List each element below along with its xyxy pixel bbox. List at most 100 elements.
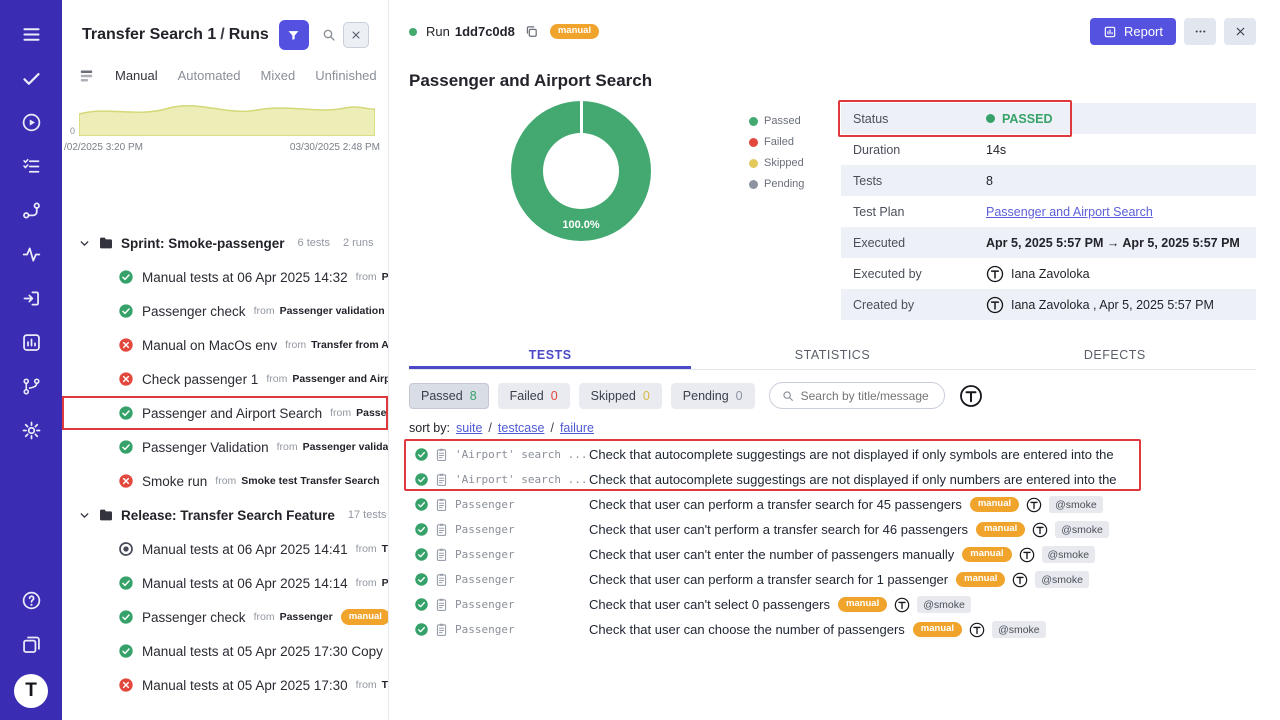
info-text: 8 — [986, 174, 993, 188]
rail-menu-button[interactable] — [11, 14, 51, 54]
run-item[interactable]: Passenger checkfromPassengermanual6 — [62, 600, 388, 634]
status-passed-icon — [118, 439, 134, 455]
play-icon — [21, 112, 42, 133]
sidebar-tab-manual[interactable]: Manual — [115, 68, 158, 83]
user-avatar-icon — [986, 265, 1004, 283]
testomat-filter-button[interactable] — [959, 384, 983, 408]
test-plan-link[interactable]: Passenger and Airport Search — [986, 205, 1153, 219]
test-search — [769, 382, 945, 409]
sidebar-search — [321, 22, 369, 48]
from-label: from — [356, 679, 377, 691]
run-item[interactable]: Passenger ValidationfromPassenger valida… — [62, 430, 388, 464]
legend-item: Pending — [749, 178, 804, 190]
test-row[interactable]: 'Airport' search ...Check that autocompl… — [389, 442, 1280, 467]
rail-test-cases-button[interactable] — [11, 146, 51, 186]
sort-separator: / — [488, 421, 491, 435]
copy-run-id-button[interactable] — [524, 24, 539, 39]
info-row-executed-by: Executed byIana Zavoloka — [841, 258, 1256, 289]
test-suite: Passenger — [455, 598, 585, 611]
breadcrumb-project[interactable]: Transfer Search 1 — [82, 26, 216, 43]
run-item[interactable]: Smoke runfromSmoke test Transfer Searchm… — [62, 464, 388, 498]
run-item[interactable]: Check passenger 1fromPassenger and Airpo… — [62, 362, 388, 396]
sort-by-suite-link[interactable]: suite — [456, 421, 482, 435]
test-row[interactable]: PassengerCheck that user can't enter the… — [389, 542, 1280, 567]
sidebar-tab-mixed[interactable]: Mixed — [261, 68, 296, 83]
sort-by-testcase-link[interactable]: testcase — [498, 421, 545, 435]
filter-pending-button[interactable]: Pending0 — [671, 383, 755, 409]
run-item[interactable]: Manual on MacOs envfromTransfer from Aip… — [62, 328, 388, 362]
filter-label: Pending — [683, 389, 729, 403]
filter-passed-button[interactable]: Passed8 — [409, 383, 489, 409]
more-options-button[interactable] — [1184, 18, 1216, 45]
run-item-title: Manual on MacOs env — [142, 338, 277, 353]
legend-label: Passed — [764, 115, 801, 127]
info-label: Tests — [853, 174, 986, 188]
tab-tests[interactable]: TESTS — [409, 339, 691, 369]
rail-runs-button[interactable] — [11, 102, 51, 142]
passed-check-icon — [414, 597, 429, 612]
run-item[interactable]: Manual tests at 05 Apr 2025 17:30fromTra… — [62, 668, 388, 702]
passed-check-icon — [414, 572, 429, 587]
help-icon — [21, 590, 42, 611]
tree-group[interactable]: Sprint: Smoke-passenger6 tests2 runs — [62, 226, 388, 260]
test-row[interactable]: PassengerCheck that user can perform a t… — [389, 492, 1280, 517]
rail-analytics-button[interactable] — [11, 322, 51, 362]
runs-icon — [21, 156, 42, 177]
rail-results-button[interactable] — [11, 58, 51, 98]
test-row[interactable]: PassengerCheck that user can't perform a… — [389, 517, 1280, 542]
run-item[interactable]: Passenger checkfromPassenger validationm… — [62, 294, 388, 328]
user-name: Iana Zavoloka , Apr 5, 2025 5:57 PM — [1011, 298, 1214, 312]
filter-failed-button[interactable]: Failed0 — [498, 383, 570, 409]
test-results-list: 'Airport' search ...Check that autocompl… — [389, 442, 1280, 642]
run-item-title: Passenger and Airport Search — [142, 406, 322, 421]
group-tests-count: 17 tests — [348, 509, 387, 521]
run-source-suite: Passenger and Airport Search — [292, 373, 388, 385]
sort-by-failure-link[interactable]: failure — [560, 421, 594, 435]
test-row[interactable]: 'Airport' search ...Check that autocompl… — [389, 467, 1280, 492]
rail-pulse-button[interactable] — [11, 234, 51, 274]
filter-count: 0 — [643, 389, 650, 403]
close-run-button[interactable] — [1224, 18, 1256, 45]
test-row[interactable]: PassengerCheck that user can choose the … — [389, 617, 1280, 642]
sort-separator: / — [550, 421, 553, 435]
sort-by-label: sort by: — [409, 421, 450, 435]
run-item[interactable]: Passenger and Airport SearchfromPassenge… — [62, 396, 388, 430]
rail-projects-button[interactable] — [11, 624, 51, 664]
info-value: 8 — [986, 174, 993, 188]
test-search-input[interactable] — [801, 389, 933, 403]
group-label: Sprint: Smoke-passenger — [121, 236, 285, 251]
test-row[interactable]: PassengerCheck that user can perform a t… — [389, 567, 1280, 592]
manual-badge: manual — [970, 497, 1019, 512]
manual-badge: manual — [956, 572, 1005, 587]
rail-import-button[interactable] — [11, 278, 51, 318]
tree-group[interactable]: Release: Transfer Search Feature17 tests… — [62, 498, 388, 532]
test-title: Check that user can choose the number of… — [589, 622, 905, 637]
run-source-suite: Smoke test Transfer Search — [241, 475, 379, 487]
testomat-logo[interactable]: T — [14, 674, 48, 708]
rail-branches-button[interactable] — [11, 366, 51, 406]
run-detail-panel: Run 1dd7c0d8 manual Report Passenger and… — [389, 0, 1280, 720]
info-value: PASSED — [986, 112, 1052, 126]
pulse-icon — [21, 244, 42, 265]
status-passed-icon — [118, 269, 134, 285]
test-suite: Passenger — [455, 548, 585, 561]
run-item[interactable]: Manual tests at 06 Apr 2025 14:32fromPas… — [62, 260, 388, 294]
tab-statistics[interactable]: STATISTICS — [691, 339, 973, 369]
close-search-button[interactable] — [343, 22, 369, 48]
rail-help-button[interactable] — [11, 580, 51, 620]
test-row[interactable]: PassengerCheck that user can't select 0 … — [389, 592, 1280, 617]
status-failed-icon — [118, 473, 134, 489]
run-item[interactable]: Manual tests at 06 Apr 2025 14:41fromTra… — [62, 532, 388, 566]
report-button[interactable]: Report — [1090, 18, 1176, 45]
filter-runs-button[interactable] — [279, 20, 309, 50]
search-icon[interactable] — [321, 27, 337, 43]
rail-steps-button[interactable] — [11, 190, 51, 230]
test-suite: Passenger — [455, 498, 585, 511]
tab-defects[interactable]: DEFECTS — [974, 339, 1256, 369]
sidebar-tab-automated[interactable]: Automated — [178, 68, 241, 83]
run-item[interactable]: Manual tests at 05 Apr 2025 17:30 Copyfr… — [62, 634, 388, 668]
sidebar-tab-unfinished[interactable]: Unfinished — [315, 68, 376, 83]
run-item[interactable]: Manual tests at 06 Apr 2025 14:14fromPas… — [62, 566, 388, 600]
rail-settings-button[interactable] — [11, 410, 51, 450]
filter-skipped-button[interactable]: Skipped0 — [579, 383, 662, 409]
